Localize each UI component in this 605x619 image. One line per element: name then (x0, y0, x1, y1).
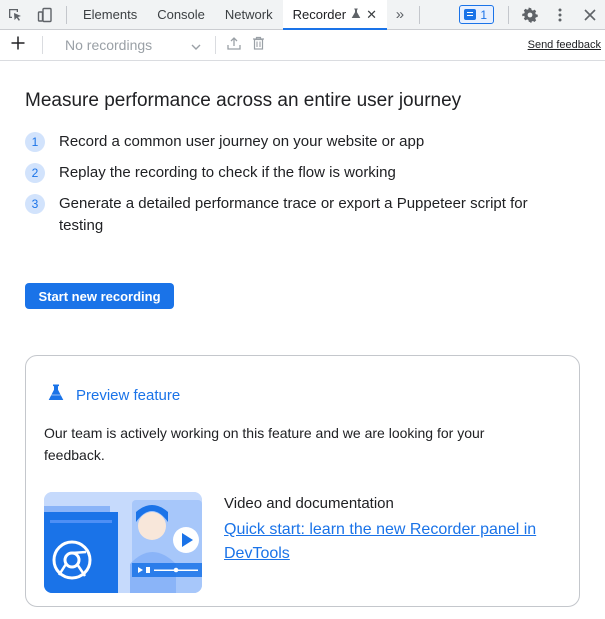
chevron-down-icon (191, 37, 201, 53)
card-description: Our team is actively working on this fea… (44, 425, 485, 463)
tabbar-divider (418, 5, 420, 24)
close-icon[interactable]: ✕ (366, 7, 377, 23)
video-section-title: Video and documentation (224, 495, 394, 512)
recordings-select-value: No recordings (65, 37, 153, 53)
plus-icon (11, 36, 25, 55)
step-text: Replay the recording to check if the flo… (59, 164, 396, 181)
tab-label: Console (157, 7, 205, 22)
preview-feature-card: Preview feature Our team is actively wor… (25, 355, 580, 607)
step-text: Generate a detailed performance trace or… (59, 195, 528, 234)
preview-feature-label: Preview feature (76, 386, 181, 404)
list-item: 2 Replay the recording to check if the f… (25, 163, 585, 184)
tab-label: Elements (83, 7, 138, 22)
tab-network[interactable]: Network (215, 0, 283, 30)
step-text: Record a common user journey on your web… (59, 133, 425, 150)
tab-label: Recorder (292, 7, 347, 22)
delete-button[interactable] (246, 30, 270, 61)
quick-start-link[interactable]: Quick start: learn the new Recorder pane… (224, 518, 569, 566)
tabbar-divider (66, 5, 67, 24)
preview-feature-header: Preview feature (48, 384, 180, 406)
step-number: 1 (25, 132, 45, 152)
add-recording-button[interactable] (0, 30, 36, 61)
tab-label: Network (224, 7, 273, 22)
list-item: 1 Record a common user journey on your w… (25, 132, 585, 153)
issues-badge[interactable]: 1 (459, 5, 494, 24)
tab-elements[interactable]: Elements (73, 0, 147, 30)
issues-icon (464, 9, 477, 20)
issues-count: 1 (480, 7, 487, 22)
gear-icon[interactable] (515, 0, 545, 30)
close-devtools-icon[interactable] (575, 0, 605, 30)
inspect-icon[interactable] (0, 0, 30, 30)
tabbar-divider (508, 5, 509, 24)
page-title: Measure performance across an entire use… (25, 90, 462, 111)
export-icon (227, 36, 241, 55)
video-thumbnail[interactable] (44, 492, 202, 593)
toolbar-divider (42, 36, 43, 54)
more-tabs-icon[interactable]: » (387, 6, 413, 23)
recorder-toolbar: No recordings Send feedback (0, 30, 605, 61)
tab-console[interactable]: Console (147, 0, 215, 30)
flask-icon (351, 7, 361, 22)
flask-icon (48, 384, 64, 406)
step-number: 3 (25, 194, 45, 214)
recordings-select[interactable]: No recordings (49, 34, 209, 56)
steps-list: 1 Record a common user journey on your w… (25, 132, 585, 247)
device-toggle-icon[interactable] (30, 0, 60, 30)
tab-recorder[interactable]: Recorder ✕ (282, 0, 387, 30)
start-new-recording-button[interactable]: Start new recording (25, 283, 174, 309)
list-item: 3 Generate a detailed performance trace … (25, 194, 585, 237)
toolbar-divider (215, 36, 216, 54)
tabbar-right-group: 1 (459, 0, 605, 30)
kebab-menu-icon[interactable] (545, 0, 575, 30)
trash-icon (252, 36, 265, 55)
send-feedback-link[interactable]: Send feedback (528, 39, 601, 51)
step-number: 2 (25, 163, 45, 183)
export-button[interactable] (222, 30, 246, 61)
devtools-tabbar: Elements Console Network Recorder ✕ » 1 (0, 0, 605, 30)
